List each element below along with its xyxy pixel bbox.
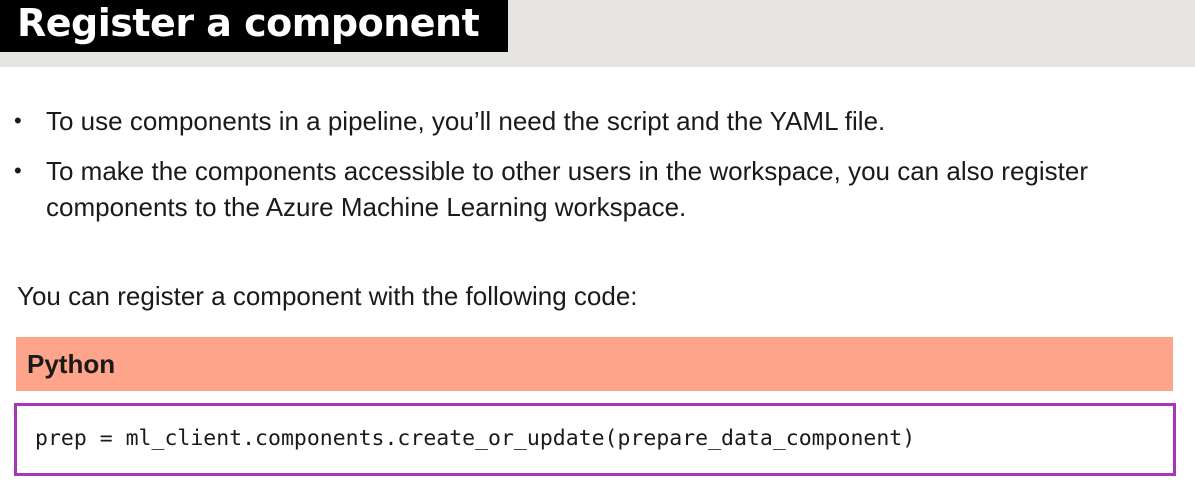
bullet-list: • To use components in a pipeline, you’l… bbox=[14, 103, 1164, 239]
bullet-item: • To use components in a pipeline, you’l… bbox=[14, 103, 1164, 139]
bullet-text: To use components in a pipeline, you’ll … bbox=[46, 106, 886, 136]
code-line[interactable]: prep = ml_client.components.create_or_up… bbox=[35, 424, 915, 454]
page-title: Register a component bbox=[17, 1, 480, 45]
bullet-item: • To make the components accessible to o… bbox=[14, 153, 1164, 225]
code-block[interactable]: prep = ml_client.components.create_or_up… bbox=[14, 403, 1176, 476]
bullet-marker: • bbox=[14, 108, 22, 133]
intro-text: You can register a component with the fo… bbox=[17, 281, 638, 311]
code-header: Python bbox=[16, 337, 1173, 391]
code-language-label: Python bbox=[27, 349, 116, 379]
bullet-text: To make the components accessible to oth… bbox=[46, 156, 1088, 222]
bullet-marker: • bbox=[14, 158, 22, 183]
title-box: Register a component bbox=[0, 0, 508, 52]
